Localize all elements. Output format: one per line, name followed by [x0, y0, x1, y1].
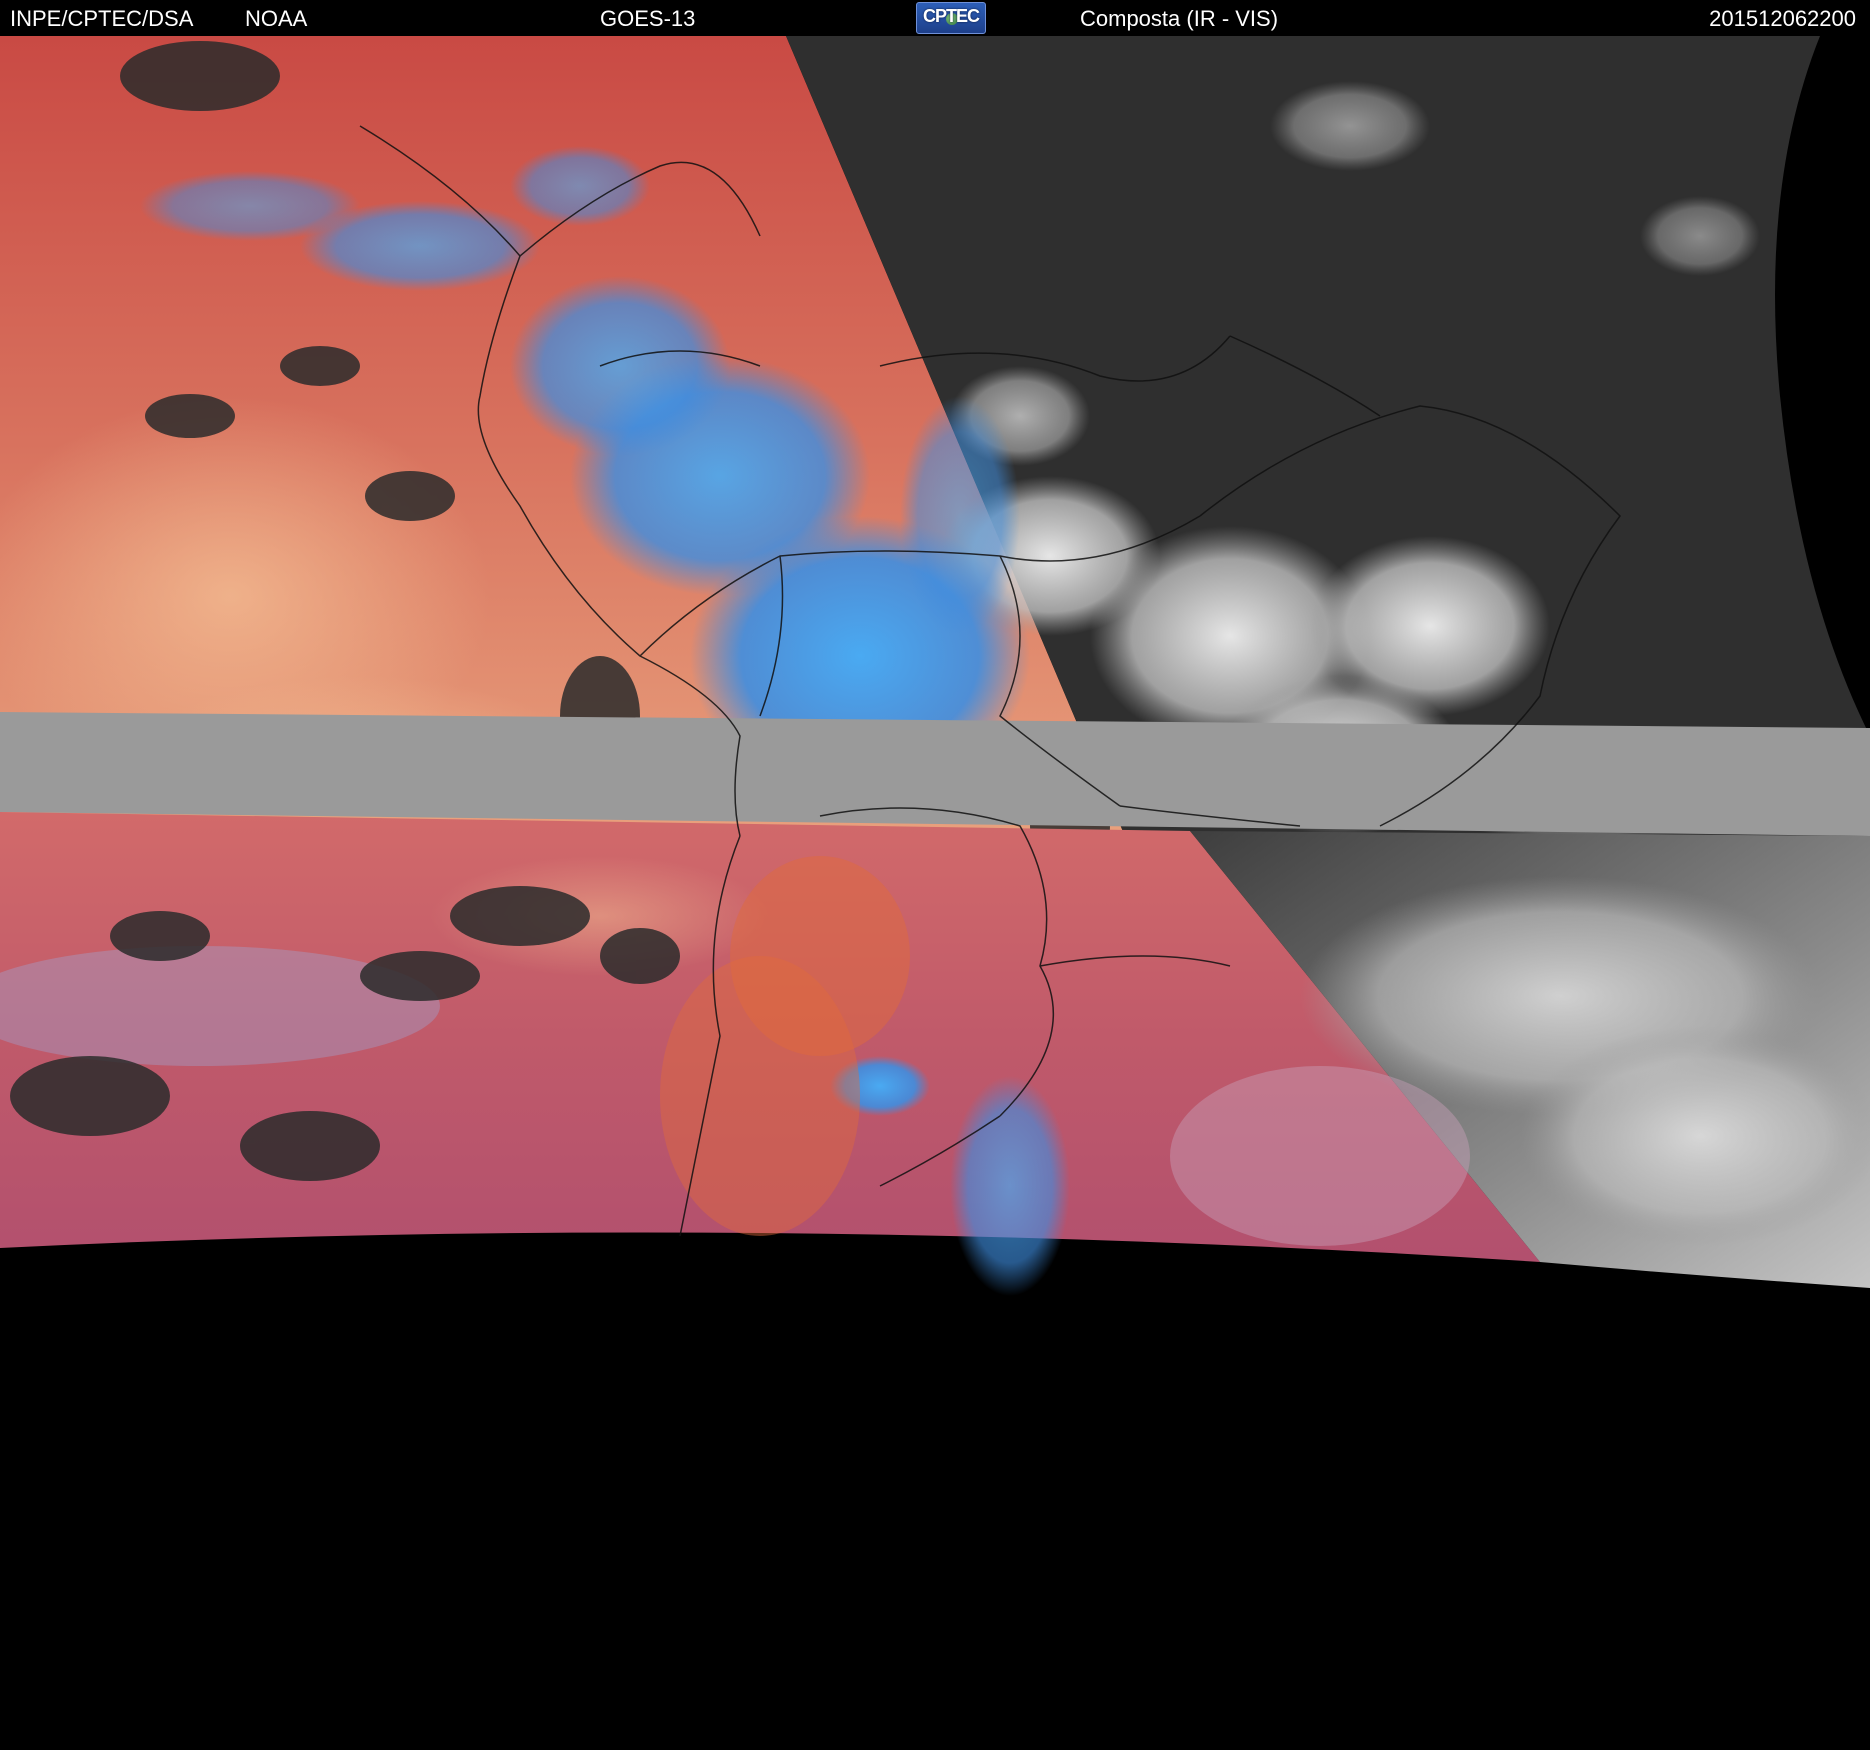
- logo-text: CPTEC: [922, 6, 980, 26]
- agency-label: INPE/CPTEC/DSA: [10, 6, 194, 31]
- satellite-image: [0, 36, 1870, 1750]
- product-label: Composta (IR - VIS): [1080, 6, 1279, 31]
- satellite-label: GOES-13: [600, 6, 696, 31]
- cptec-logo: CPTEC: [916, 2, 986, 34]
- timestamp-label: 201512062200: [1709, 6, 1856, 31]
- image-header-bar: INPE/CPTEC/DSA NOAA GOES-13 CPTEC Compos…: [0, 0, 1870, 37]
- source-label: NOAA: [245, 6, 308, 31]
